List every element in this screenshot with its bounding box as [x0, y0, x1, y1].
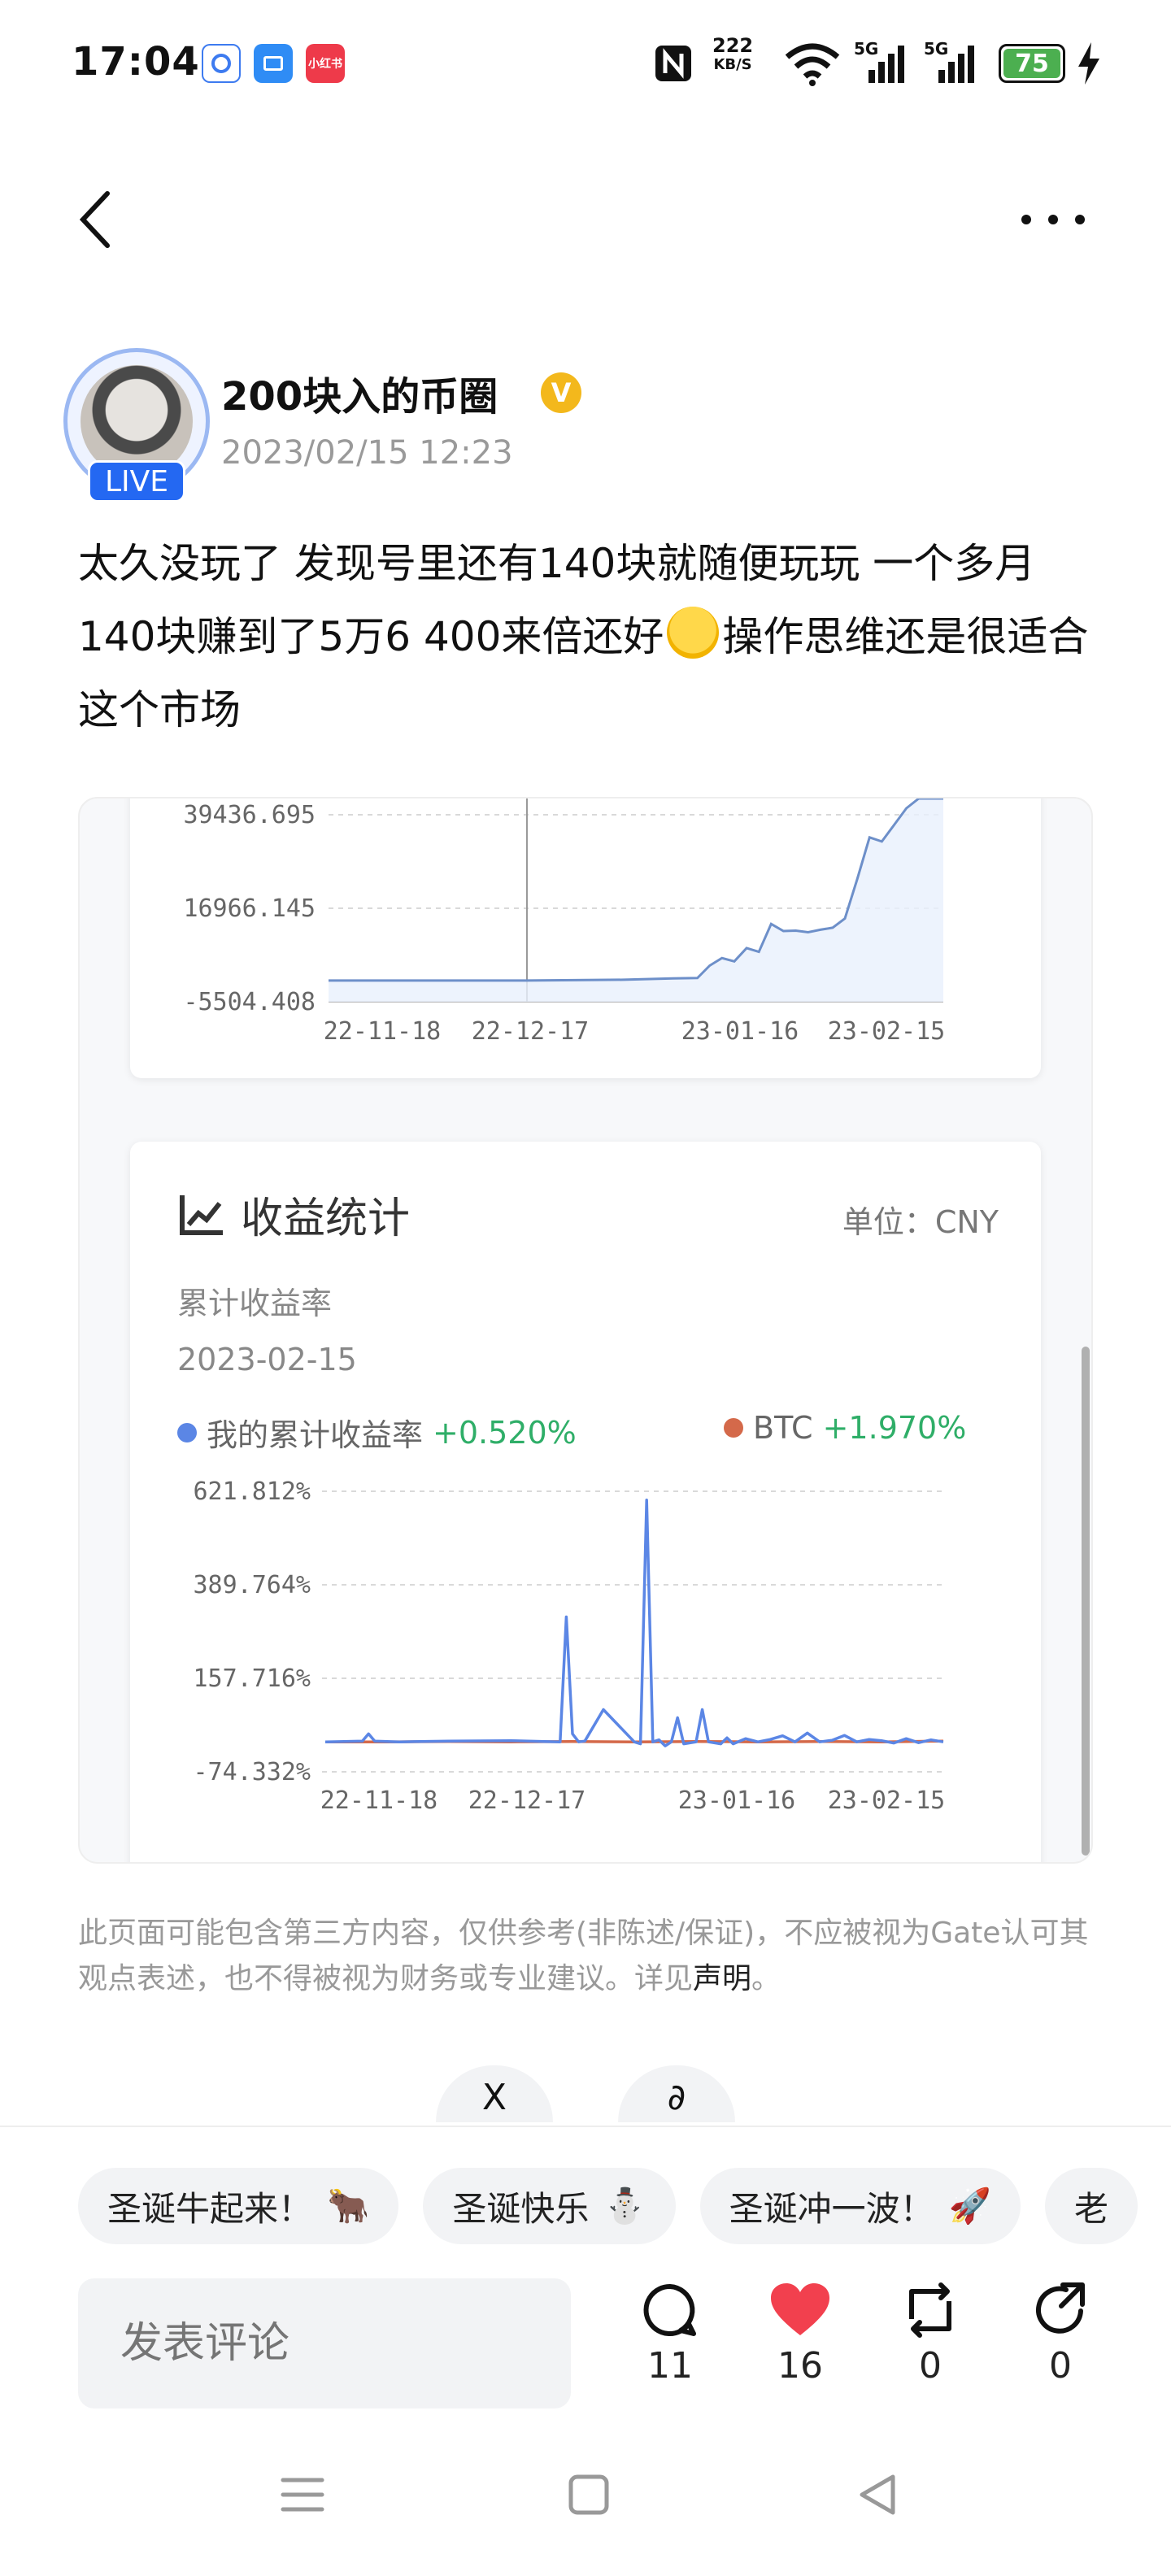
x-tick-label: 23-01-16 [681, 1017, 799, 1046]
comment-count: 11 [647, 2345, 693, 2387]
metric-label-cut: 累计收益 [177, 1857, 301, 1862]
chip[interactable]: 圣诞牛起来！ 🐂 [78, 2168, 399, 2244]
post-time: 2023/02/15 12:23 [221, 434, 513, 472]
y-tick-label: 16966.145 [183, 894, 316, 923]
disclaimer-end: 。 [751, 1962, 781, 1995]
wifi-icon [785, 43, 840, 86]
x-tick-label: 23-02-15 [828, 1786, 946, 1815]
comment-icon [643, 2283, 696, 2336]
series-line [324, 1499, 944, 1747]
legend-label: 我的累计收益率 [207, 1417, 424, 1453]
chip[interactable]: 圣诞冲一波！ 🚀 [699, 2168, 1021, 2244]
app-icon [202, 44, 241, 83]
net-speed: 222 KB/S [712, 34, 754, 73]
earnings-chart: 39436.695 16966.145 -5504.408 22-11-18 22-12… [183, 798, 946, 1046]
comment-button[interactable]: 11 [621, 2282, 719, 2387]
share-x-button[interactable]: X [436, 2065, 553, 2122]
system-nav-bar [0, 2431, 1171, 2576]
chip[interactable]: 圣诞快乐 ⛄ [423, 2168, 676, 2244]
xiaohongshu-icon: 小红书 [306, 44, 345, 83]
stats-card: 收益统计 单位：CNY 累计收益率 2023-02-15 我的累计收益率 +0.… [130, 1142, 1041, 1862]
comment-input[interactable] [78, 2278, 571, 2408]
repost-count: 0 [919, 2345, 942, 2387]
share-icon [1036, 2282, 1085, 2334]
chip[interactable]: 老 [1044, 2168, 1138, 2244]
disclaimer-text: 此页面可能包含第三方内容，仅供参考(非陈述/保证)，不应被视为Gate认可其观点… [78, 1917, 1089, 1995]
share-count: 0 [1049, 2345, 1072, 2387]
more-icon[interactable] [1016, 195, 1090, 244]
back-icon[interactable] [73, 187, 122, 252]
stats-title: 收益统计 [241, 1194, 411, 1243]
verified-icon: V [541, 372, 581, 413]
x-tick-label: 22-11-18 [324, 1017, 442, 1046]
x-tick-label: 22-12-17 [468, 1786, 586, 1815]
charging-icon [1078, 42, 1099, 85]
rocket-icon: 🚀 [948, 2186, 991, 2226]
like-button[interactable]: 16 [751, 2282, 849, 2387]
quick-reply-chips: 圣诞牛起来！ 🐂 圣诞快乐 ⛄ 圣诞冲一波！ 🚀 老 [78, 2168, 1171, 2244]
y-tick-label: 39436.695 [183, 801, 316, 829]
post-image[interactable]: 39436.695 16966.145 -5504.408 22-11-18 22-12… [78, 797, 1093, 1864]
nfc-icon [655, 46, 691, 81]
chart-card-top: 39436.695 16966.145 -5504.408 22-11-18 22-12… [130, 798, 1041, 1078]
x-tick-label: 22-12-17 [472, 1017, 590, 1046]
y-tick-label: 621.812% [194, 1477, 311, 1506]
chip-label: 圣诞冲一波！ [729, 2188, 934, 2229]
signal-icon [938, 46, 974, 83]
signal-icon [868, 46, 904, 83]
chip-label: 圣诞牛起来！ [107, 2188, 313, 2229]
menu-icon[interactable] [280, 2472, 325, 2517]
snowman-icon: ⛄ [603, 2186, 646, 2226]
y-tick-label: -74.332% [194, 1758, 311, 1786]
post-body: 太久没玩了 发现号里还有140块就随便玩玩 一个多月140块赚到了5万6 400… [78, 527, 1103, 746]
chart-line-icon [180, 1194, 223, 1235]
scrollbar[interactable] [1082, 1347, 1090, 1856]
battery-icon: 75 [999, 44, 1065, 83]
repost-button[interactable]: 0 [882, 2282, 979, 2387]
status-bar: 17:04 小红书 222 KB/S 5G 5G 75 [0, 0, 1171, 130]
y-tick-label: 157.716% [194, 1664, 311, 1693]
chip-label: 老 [1073, 2188, 1108, 2229]
battery-level: 75 [1003, 49, 1060, 78]
x-tick-label: 23-01-16 [678, 1786, 796, 1815]
share-row: X ∂ [436, 2065, 745, 2122]
live-badge: LIVE [88, 460, 185, 503]
metric-date: 2023-02-15 [177, 1342, 357, 1377]
app-icon [254, 44, 293, 83]
legend-label: BTC [753, 1410, 813, 1446]
share-link-button[interactable]: ∂ [618, 2065, 735, 2122]
legend-dot [177, 1422, 197, 1442]
legend-mine: 我的累计收益率 +0.520% [177, 1410, 577, 1455]
legend-btc: BTC +1.970% [724, 1410, 966, 1446]
x-tick-label: 22-11-18 [320, 1786, 438, 1815]
status-time: 17:04 [72, 39, 200, 85]
y-tick-label: 389.764% [194, 1571, 311, 1599]
stats-title-row: 收益统计 [177, 1184, 410, 1245]
heart-icon [771, 2283, 829, 2335]
disclaimer: 此页面可能包含第三方内容，仅供参考(非陈述/保证)，不应被视为Gate认可其观点… [78, 1911, 1103, 2002]
legend-dot [724, 1418, 743, 1438]
disclaimer-link[interactable]: 声明 [693, 1962, 751, 1995]
bull-icon: 🐂 [327, 2186, 370, 2226]
unit-label: 单位：CNY [842, 1204, 999, 1240]
like-count: 16 [777, 2345, 823, 2387]
legend-value: +1.970% [822, 1410, 967, 1446]
legend-value: +0.520% [433, 1414, 577, 1451]
metric-label: 累计收益率 [177, 1286, 333, 1321]
yield-chart: 621.812% 389.764% 157.716% -74.332% 22-11-18… [194, 1477, 946, 1815]
x-tick-label: 23-02-15 [828, 1017, 946, 1046]
home-icon[interactable] [566, 2472, 612, 2517]
back-nav-icon[interactable] [854, 2472, 899, 2517]
repost-icon [909, 2282, 951, 2338]
author-name[interactable]: 200块入的币圈 [221, 364, 498, 421]
share-button[interactable]: 0 [1012, 2282, 1109, 2387]
grin-emoji-icon [667, 607, 720, 659]
y-tick-label: -5504.408 [183, 988, 316, 1016]
chip-label: 圣诞快乐 [452, 2188, 590, 2229]
